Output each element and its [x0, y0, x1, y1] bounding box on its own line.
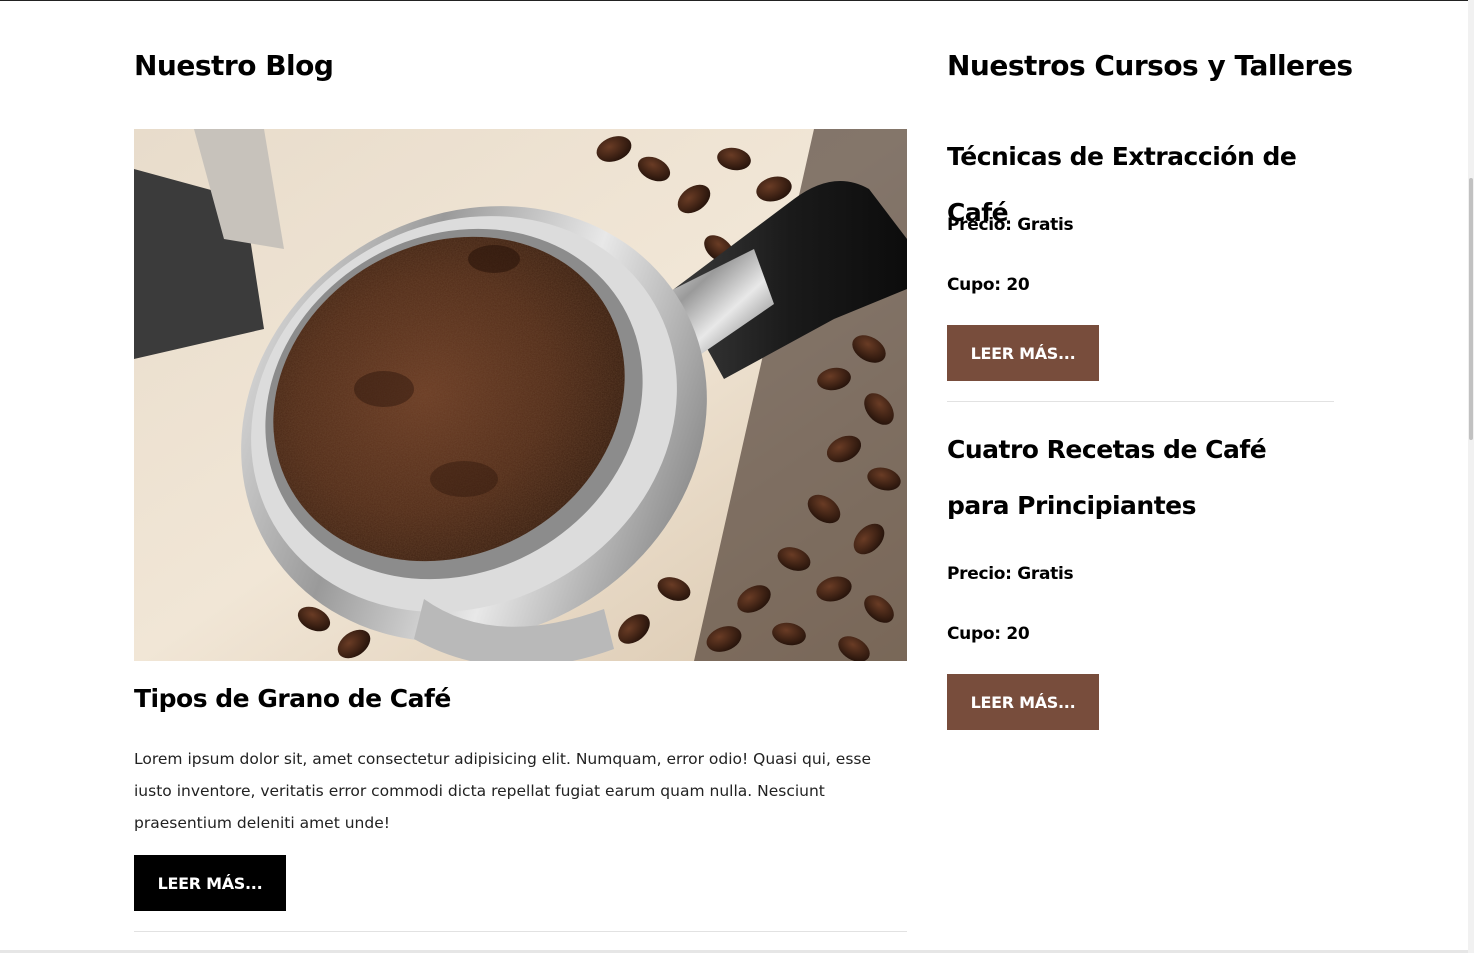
course-capacity: Cupo: 20 — [947, 275, 1030, 295]
blog-post-image[interactable] — [134, 129, 907, 661]
blog-heading: Nuestro Blog — [134, 49, 334, 82]
course-divider — [947, 401, 1334, 402]
course-read-more-button[interactable]: LEER MÁS... — [947, 674, 1099, 730]
course-price: Precio: Gratis — [947, 215, 1074, 235]
blog-divider — [134, 931, 907, 932]
course-title[interactable]: Cuatro Recetas de Café para Principiante… — [947, 422, 1334, 534]
blog-post-excerpt: Lorem ipsum dolor sit, amet consectetur … — [134, 750, 872, 832]
scrollbar[interactable] — [1468, 0, 1474, 953]
courses-section: Nuestros Cursos y Talleres Técnicas de E… — [947, 0, 1353, 953]
courses-heading: Nuestros Cursos y Talleres — [947, 49, 1353, 82]
blog-post-title[interactable]: Tipos de Grano de Café — [134, 680, 451, 718]
scrollbar-thumb[interactable] — [1469, 178, 1473, 440]
course-price: Precio: Gratis — [947, 564, 1074, 584]
course-capacity: Cupo: 20 — [947, 624, 1030, 644]
course-read-more-button[interactable]: LEER MÁS... — [947, 325, 1099, 381]
blog-read-more-button[interactable]: LEER MÁS... — [134, 855, 286, 911]
page: Nuestro Blog Tipos de Grano de Café Lore… — [0, 0, 1474, 953]
